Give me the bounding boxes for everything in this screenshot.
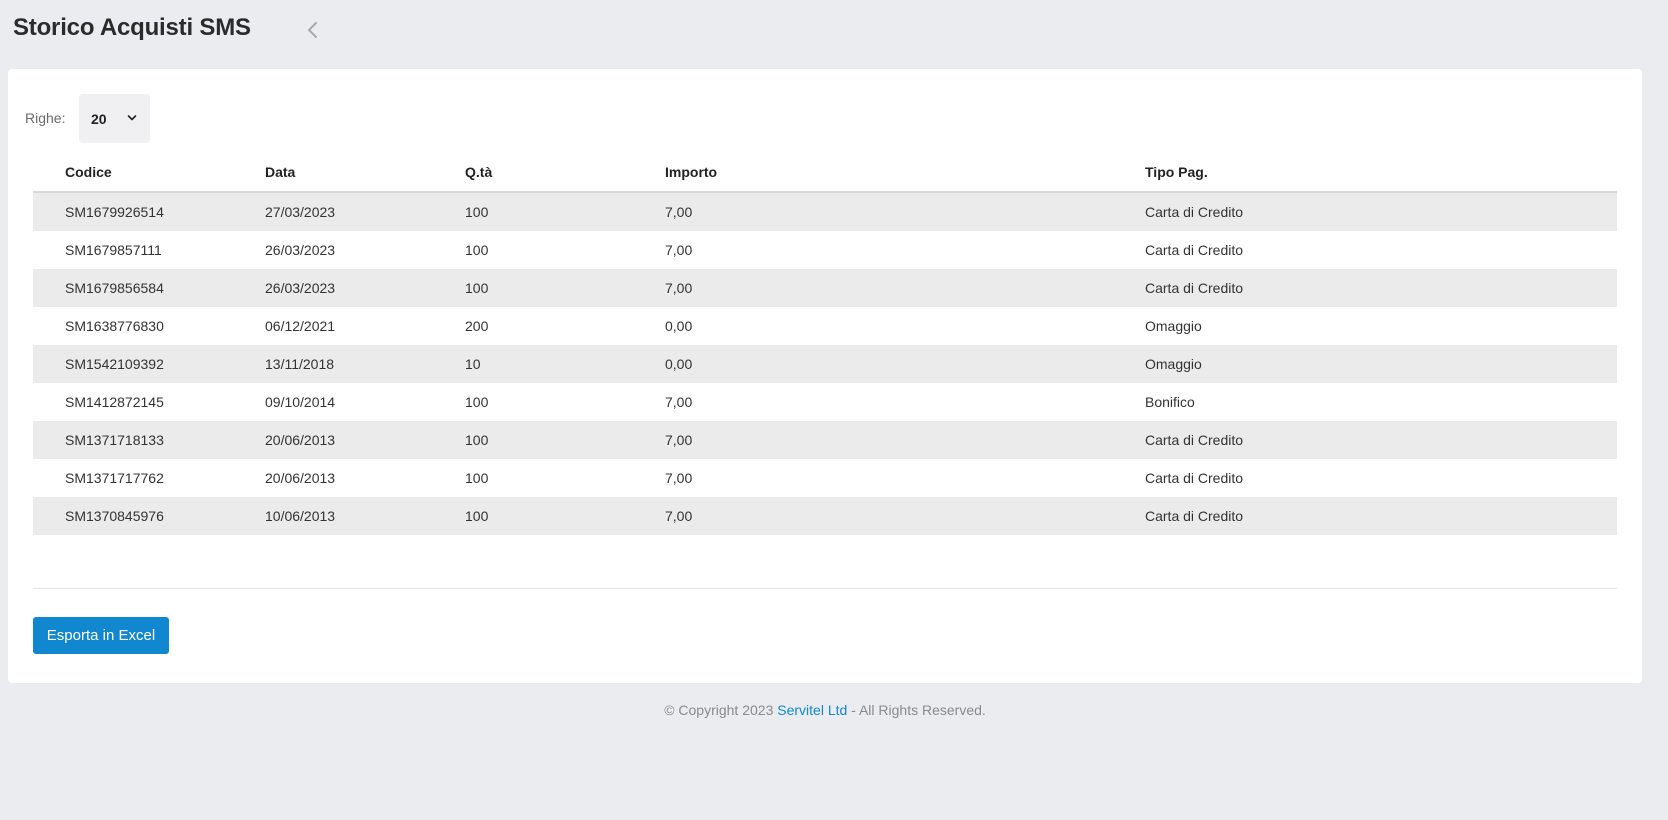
- rows-per-page-select[interactable]: 20: [79, 94, 150, 143]
- table-row: SM1638776830 06/12/2021 200 0,00 Omaggio: [33, 307, 1617, 345]
- cell-tipo-pag: Bonifico: [1145, 394, 1195, 410]
- footer-rights: - All Rights Reserved.: [847, 702, 986, 718]
- cell-tipo-pag: Omaggio: [1145, 356, 1202, 372]
- table-header: Codice Data Q.tà Importo Tipo Pag.: [33, 147, 1617, 193]
- table-row: SM1679926514 27/03/2023 100 7,00 Carta di Cr…: [33, 193, 1617, 231]
- cell-data: 27/03/2023: [265, 204, 336, 220]
- cell-codice: SM1679856584: [65, 280, 164, 296]
- table-body: SM1679926514 27/03/2023 100 7,00 Carta di Cr…: [33, 193, 1617, 535]
- cell-qta: 100: [465, 280, 489, 296]
- table-row: SM1371717762 20/06/2013 100 7,00 Carta di Cr…: [33, 459, 1617, 497]
- divider: [33, 588, 1617, 589]
- column-header-codice[interactable]: Codice: [65, 164, 112, 180]
- cell-codice: SM1371717762: [65, 470, 164, 486]
- cell-qta: 100: [465, 432, 489, 448]
- cell-qta: 100: [465, 394, 489, 410]
- content-card: Righe: 20 Codice Data Q.tà Importo Tipo …: [8, 69, 1642, 683]
- cell-codice: SM1679926514: [65, 204, 164, 220]
- column-header-qta[interactable]: Q.tà: [465, 164, 492, 180]
- table-row: SM1412872145 09/10/2014 100 7,00 Bonifico: [33, 383, 1617, 421]
- cell-codice: SM1679857111: [65, 242, 162, 258]
- table-row: SM1370845976 10/06/2013 100 7,00 Carta di Cr…: [33, 497, 1617, 535]
- cell-tipo-pag: Carta di Credito: [1145, 432, 1244, 448]
- cell-codice: SM1370845976: [65, 508, 164, 524]
- cell-tipo-pag: Carta di Credito: [1145, 508, 1244, 524]
- cell-data: 13/11/2018: [265, 356, 335, 372]
- column-header-importo[interactable]: Importo: [665, 164, 717, 180]
- back-button[interactable]: [303, 18, 323, 42]
- cell-tipo-pag: Carta di Credito: [1145, 242, 1244, 258]
- cell-qta: 100: [465, 508, 489, 524]
- chevron-left-icon: [308, 22, 317, 38]
- page-title: Storico Acquisti SMS: [13, 14, 251, 41]
- cell-importo: 0,00: [665, 318, 693, 334]
- rows-per-page-value: 20: [91, 110, 107, 127]
- column-header-tipo-pag[interactable]: Tipo Pag.: [1145, 164, 1208, 180]
- cell-qta: 100: [465, 470, 489, 486]
- cell-codice: SM1542109392: [65, 356, 164, 372]
- footer-copyright: © Copyright 2023: [664, 702, 778, 718]
- cell-importo: 7,00: [665, 508, 693, 524]
- cell-data: 09/10/2014: [265, 394, 336, 410]
- footer-brand-link[interactable]: Servitel Ltd: [777, 702, 847, 718]
- cell-importo: 7,00: [665, 204, 693, 220]
- cell-data: 20/06/2013: [265, 470, 336, 486]
- cell-tipo-pag: Carta di Credito: [1145, 204, 1244, 220]
- cell-importo: 7,00: [665, 280, 693, 296]
- table-row: SM1679856584 26/03/2023 100 7,00 Carta di Cr…: [33, 269, 1617, 307]
- cell-tipo-pag: Carta di Credito: [1145, 470, 1244, 486]
- cell-importo: 7,00: [665, 394, 693, 410]
- cell-qta: 100: [465, 204, 489, 220]
- export-excel-button[interactable]: Esporta in Excel: [33, 617, 169, 654]
- column-header-data[interactable]: Data: [265, 164, 295, 180]
- cell-data: 10/06/2013: [265, 508, 336, 524]
- rows-label: Righe:: [25, 110, 66, 126]
- cell-importo: 7,00: [665, 432, 693, 448]
- cell-qta: 200: [465, 318, 489, 334]
- chevron-down-icon: [127, 115, 137, 121]
- cell-codice: SM1371718133: [65, 432, 164, 448]
- cell-qta: 10: [465, 356, 481, 372]
- page-header: Storico Acquisti SMS: [0, 0, 1668, 60]
- cell-codice: SM1412872145: [65, 394, 164, 410]
- cell-data: 26/03/2023: [265, 242, 336, 258]
- table-row: SM1542109392 13/11/2018 10 0,00 Omaggio: [33, 345, 1617, 383]
- cell-importo: 7,00: [665, 242, 693, 258]
- table-row: SM1679857111 26/03/2023 100 7,00 Carta di Cr…: [33, 231, 1617, 269]
- cell-tipo-pag: Omaggio: [1145, 318, 1202, 334]
- cell-importo: 0,00: [665, 356, 693, 372]
- purchases-table: Codice Data Q.tà Importo Tipo Pag. SM167…: [33, 147, 1617, 535]
- cell-data: 06/12/2021: [265, 318, 336, 334]
- cell-data: 20/06/2013: [265, 432, 336, 448]
- cell-tipo-pag: Carta di Credito: [1145, 280, 1244, 296]
- cell-data: 26/03/2023: [265, 280, 336, 296]
- cell-importo: 7,00: [665, 470, 693, 486]
- footer: © Copyright 2023 Servitel Ltd - All Righ…: [0, 702, 1650, 718]
- cell-qta: 100: [465, 242, 489, 258]
- cell-codice: SM1638776830: [65, 318, 164, 334]
- table-row: SM1371718133 20/06/2013 100 7,00 Carta di Cr…: [33, 421, 1617, 459]
